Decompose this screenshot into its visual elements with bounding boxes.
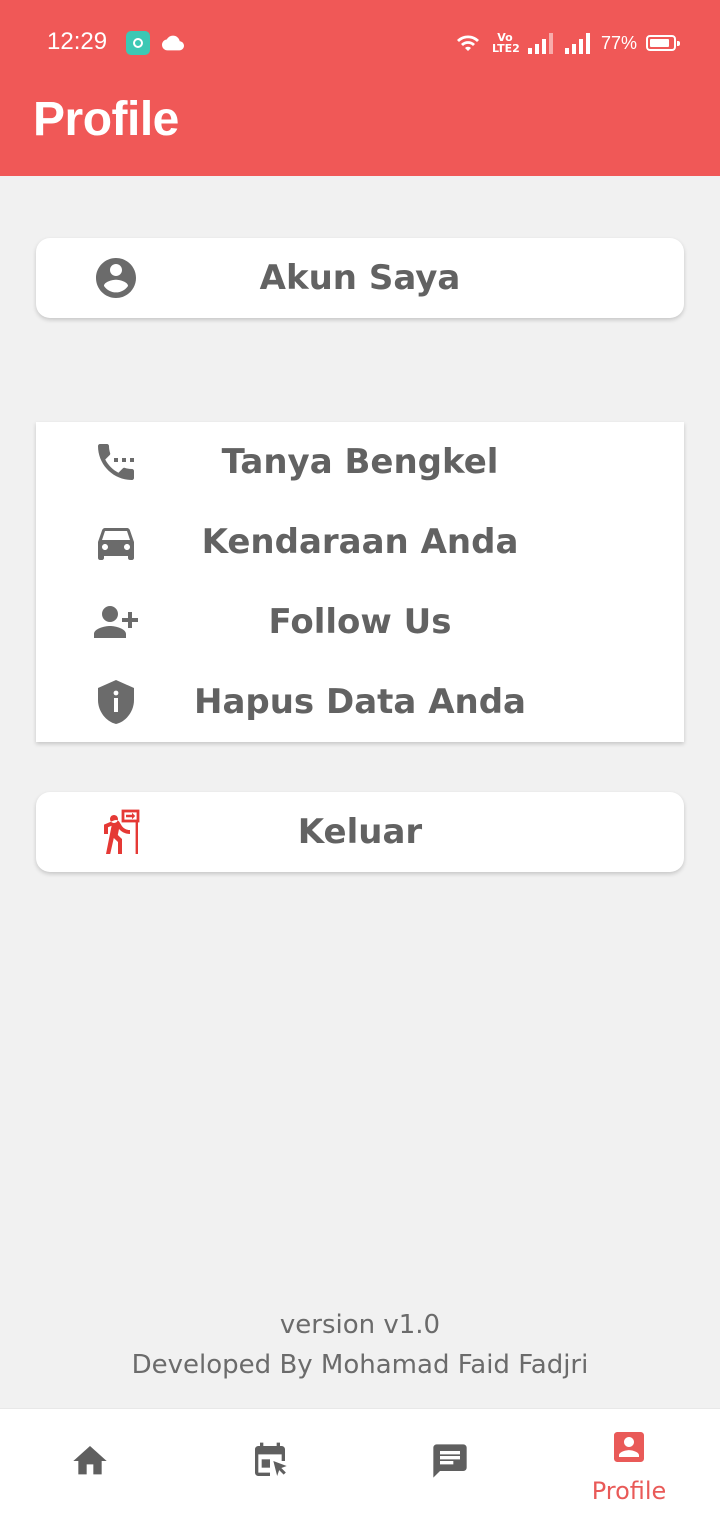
battery-icon [646,35,680,51]
menu-item-label: Kendaraan Anda [201,522,519,562]
account-label: Akun Saya [259,258,461,298]
menu-item-hapus-data[interactable]: Hapus Data Anda [36,662,684,742]
chat-icon [433,1444,467,1478]
profile-icon [614,1432,644,1462]
nav-profile[interactable]: Profile [569,1409,689,1521]
menu-item-label: Tanya Bengkel [221,442,499,482]
menu-item-follow-us[interactable]: Follow Us [36,582,684,662]
developer-credit: Developed By Mohamad Faid Fadjri [131,1350,589,1380]
bottom-navigation: Profile [0,1408,720,1521]
version-text: version v1.0 [279,1310,441,1340]
app-bar: 12:29 Vo LTE2 77% Profile [0,0,720,176]
app-notification-icon [126,31,150,55]
home-icon [73,1446,107,1475]
menu-item-kendaraan-anda[interactable]: Kendaraan Anda [36,502,684,582]
logout-label: Keluar [297,812,423,852]
calendar-icon [255,1442,287,1476]
signal-icon [527,33,553,54]
account-button[interactable]: Akun Saya [36,238,684,318]
page-title: Profile [33,93,179,146]
nav-calendar[interactable] [210,1409,330,1521]
account-card[interactable]: Akun Saya [36,238,684,318]
menu-item-tanya-bengkel[interactable]: Tanya Bengkel [36,422,684,502]
wifi-icon [456,35,479,51]
menu-card: Tanya Bengkel Kendaraan Anda Follow Us H… [36,422,684,742]
nav-home[interactable] [30,1409,150,1521]
battery-percentage: 77% [600,32,637,53]
signal-icon [564,33,590,54]
volte-indicator: Vo LTE2 [491,31,520,55]
logout-button[interactable]: Keluar [36,792,684,872]
status-bar: 12:29 Vo LTE2 77% [0,0,720,88]
status-time: 12:29 [47,28,108,55]
cloud-icon [162,35,184,51]
menu-item-label: Follow Us [268,602,452,642]
nav-messages[interactable] [390,1409,510,1521]
nav-profile-label: Profile [591,1477,667,1505]
logout-card[interactable]: Keluar [36,792,684,872]
menu-item-label: Hapus Data Anda [193,682,526,722]
